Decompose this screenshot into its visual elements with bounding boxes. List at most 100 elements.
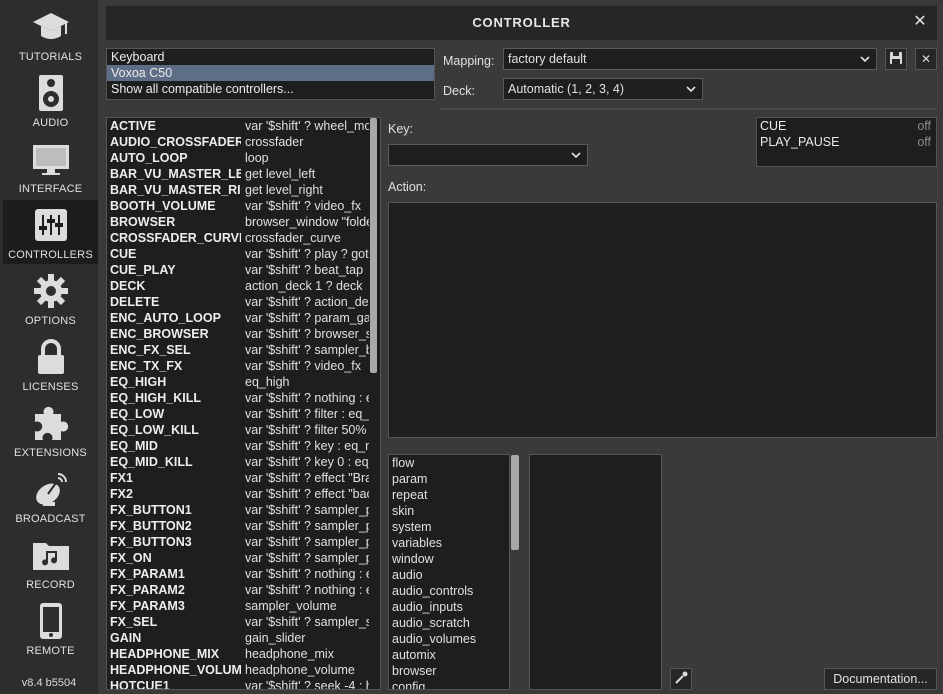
table-row[interactable]: CROSSFADER_CURVE crossfader_curve [107, 230, 380, 246]
table-row[interactable]: FX_SEL var '$shift' ? sampler_select [107, 614, 380, 630]
table-row[interactable]: ENC_AUTO_LOOP var '$shift' ? param_gain [107, 310, 380, 326]
save-mapping-button[interactable] [885, 48, 907, 70]
delete-mapping-button[interactable]: ✕ [915, 48, 937, 70]
sidebar-item-licenses[interactable]: LICENSES [3, 332, 98, 396]
table-row[interactable]: FX2 var '$shift' ? effect "backspin" [107, 486, 380, 502]
action-list[interactable]: ACTIVEvar '$shift' ? wheel_modeAUDIO_CRO… [106, 117, 381, 690]
action-key: AUDIO_CROSSFADER [110, 135, 241, 149]
action-key: CUE_PLAY [110, 263, 176, 277]
sidebar-item-remote[interactable]: REMOTE [3, 596, 98, 660]
action-script: var '$shift' ? effect "Brake" [245, 471, 369, 485]
table-row[interactable]: EQ_HIGH_KILL var '$shift' ? nothing : eq_… [107, 390, 380, 406]
table-row[interactable]: GAIN gain_slider [107, 630, 380, 646]
table-row[interactable]: HEADPHONE_VOLUME headphone_volume [107, 662, 380, 678]
action-script: var '$shift' ? nothing : effect [245, 583, 369, 597]
table-row[interactable]: FX1 var '$shift' ? effect "Brake" [107, 470, 380, 486]
verb-category-list[interactable]: flow param repeat skin system variables window… [388, 454, 510, 690]
close-button[interactable]: ✕ [911, 13, 929, 31]
table-row[interactable]: CUE var '$shift' ? play ? goto_cue [107, 246, 380, 262]
sidebar-item-extensions[interactable]: EXTENSIONS [3, 398, 98, 462]
list-item[interactable]: param [389, 471, 509, 487]
list-item[interactable]: config [389, 679, 509, 689]
list-item[interactable]: system [389, 519, 509, 535]
category-list-scrollbar[interactable] [511, 455, 519, 550]
table-row[interactable]: EQ_LOW_KILL var '$shift' ? filter 50% [107, 422, 380, 438]
table-row[interactable]: FX_BUTTON2 var '$shift' ? sampler_pad 2 [107, 518, 380, 534]
sidebar-item-controllers[interactable]: CONTROLLERS [3, 200, 98, 264]
sidebar-item-interface[interactable]: INTERFACE [3, 134, 98, 198]
action-script: var '$shift' ? sampler_pad 3 [245, 535, 369, 549]
mapping-select[interactable]: factory default [503, 48, 877, 70]
element-state-list[interactable]: CUE off PLAY_PAUSE off [756, 117, 937, 167]
list-item[interactable]: repeat [389, 487, 509, 503]
table-row[interactable]: DECK action_deck 1 ? deck [107, 278, 380, 294]
table-row[interactable]: FX_PARAM1 var '$shift' ? nothing : effect [107, 566, 380, 582]
action-script: var '$shift' ? effect "backspin" [245, 487, 369, 501]
action-key: BAR_VU_MASTER_LEFT [110, 167, 241, 181]
verb-list[interactable] [529, 454, 662, 690]
action-script: headphone_mix [245, 647, 334, 661]
title-bar: CONTROLLER ✕ [106, 6, 937, 40]
table-row[interactable]: EQ_MID_KILL var '$shift' ? key 0 : eq_kil… [107, 454, 380, 470]
documentation-button[interactable]: Documentation... [824, 668, 937, 690]
list-item[interactable]: audio_controls [389, 583, 509, 599]
table-row[interactable]: ACTIVE var '$shift' ? wheel_mode [107, 118, 380, 134]
table-row[interactable]: BAR_VU_MASTER_RIGHT get level_right [107, 182, 380, 198]
list-item[interactable]: automix [389, 647, 509, 663]
table-row[interactable]: EQ_LOW var '$shift' ? filter : eq_low [107, 406, 380, 422]
table-row[interactable]: DELETE var '$shift' ? action_deck [107, 294, 380, 310]
table-row[interactable]: CUE_PLAY var '$shift' ? beat_tap [107, 262, 380, 278]
action-script: var '$shift' ? video_fx [245, 199, 361, 213]
table-row[interactable]: EQ_MID var '$shift' ? key : eq_mid [107, 438, 380, 454]
table-row[interactable]: AUDIO_CROSSFADER crossfader [107, 134, 380, 150]
table-row[interactable]: HOTCUE1 var '$shift' ? seek -4 : hot_cue … [107, 678, 380, 689]
state-value: off [917, 119, 931, 133]
table-row[interactable]: BOOTH_VOLUME var '$shift' ? video_fx [107, 198, 380, 214]
sidebar-item-audio[interactable]: AUDIO [3, 68, 98, 132]
action-list-scrollbar[interactable] [370, 118, 377, 373]
table-row[interactable]: EQ_HIGH eq_high [107, 374, 380, 390]
list-item[interactable]: audio_scratch [389, 615, 509, 631]
list-item[interactable]: audio_volumes [389, 631, 509, 647]
state-row-cue[interactable]: CUE off [757, 118, 936, 134]
sidebar-item-tutorials[interactable]: TUTORIALS [3, 2, 98, 66]
table-row[interactable]: FX_BUTTON3 var '$shift' ? sampler_pad 3 [107, 534, 380, 550]
action-script: sampler_volume [245, 599, 337, 613]
list-item[interactable]: window [389, 551, 509, 567]
table-row[interactable]: FX_BUTTON1 var '$shift' ? sampler_pad 1 [107, 502, 380, 518]
table-row[interactable]: BROWSER browser_window "folders" [107, 214, 380, 230]
deck-select[interactable]: Automatic (1, 2, 3, 4) [503, 78, 703, 100]
list-item[interactable]: variables [389, 535, 509, 551]
list-item[interactable]: audio_inputs [389, 599, 509, 615]
state-row-play-pause[interactable]: PLAY_PAUSE off [757, 134, 936, 150]
action-script: var '$shift' ? wheel_mode [245, 119, 369, 133]
show-all-controllers-item[interactable]: Show all compatible controllers... [107, 81, 434, 97]
table-row[interactable]: FX_PARAM2 var '$shift' ? nothing : effect [107, 582, 380, 598]
table-row[interactable]: ENC_FX_SEL var '$shift' ? sampler_bank [107, 342, 380, 358]
state-name: PLAY_PAUSE [760, 135, 840, 149]
action-key: ACTIVE [110, 119, 156, 133]
table-row[interactable]: FX_ON var '$shift' ? sampler_play [107, 550, 380, 566]
sidebar-item-broadcast[interactable]: BROADCAST [3, 464, 98, 528]
picker-button[interactable] [670, 668, 692, 690]
controller-list[interactable]: Keyboard Voxoa C50 Show all compatible c… [106, 48, 435, 100]
list-item[interactable]: audio [389, 567, 509, 583]
controller-item-keyboard[interactable]: Keyboard [107, 49, 434, 65]
list-item[interactable]: skin [389, 503, 509, 519]
list-item[interactable]: browser [389, 663, 509, 679]
action-script: get level_right [245, 183, 323, 197]
sidebar-item-options[interactable]: OPTIONS [3, 266, 98, 330]
controller-item-voxoa[interactable]: Voxoa C50 [107, 65, 434, 81]
key-select[interactable] [388, 144, 588, 166]
table-row[interactable]: HEADPHONE_MIX headphone_mix [107, 646, 380, 662]
table-row[interactable]: FX_PARAM3 sampler_volume [107, 598, 380, 614]
table-row[interactable]: ENC_TX_FX var '$shift' ? video_fx [107, 358, 380, 374]
table-row[interactable]: AUTO_LOOP loop [107, 150, 380, 166]
table-row[interactable]: BAR_VU_MASTER_LEFT get level_left [107, 166, 380, 182]
action-editor[interactable] [388, 202, 937, 438]
sidebar-item-record[interactable]: RECORD [3, 530, 98, 594]
action-key: FX1 [110, 471, 133, 485]
list-item[interactable]: flow [389, 455, 509, 471]
divider [440, 108, 937, 110]
table-row[interactable]: ENC_BROWSER var '$shift' ? browser_scroll [107, 326, 380, 342]
